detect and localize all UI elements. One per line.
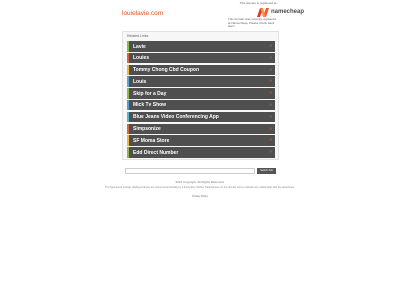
related-link-louis[interactable]: Louis » xyxy=(127,76,275,87)
search-button[interactable]: Search Ads xyxy=(257,168,276,174)
related-link-edd-direct-number[interactable]: Edd Direct Number » xyxy=(127,147,275,158)
arrow-icon: » xyxy=(269,113,272,120)
link-label: Mick Tv Show xyxy=(133,102,167,109)
arrow-icon: » xyxy=(269,43,272,49)
arrow-icon: » xyxy=(269,101,272,108)
link-label: Louies xyxy=(133,55,150,62)
link-label: Edd Direct Number xyxy=(133,149,179,156)
link-label: SF Moma Store xyxy=(133,137,170,144)
arrow-icon: » xyxy=(269,125,272,132)
related-link-louies[interactable]: Louies » xyxy=(127,52,275,64)
header: louielavie.com This domain is registered… xyxy=(0,0,400,30)
related-links-title: Related Links xyxy=(127,34,149,38)
arrow-icon: » xyxy=(269,54,272,61)
privacy-policy-link[interactable]: Privacy Policy xyxy=(180,195,220,198)
related-link-tommy-chong[interactable]: Tommy Chong Cbd Coupon » xyxy=(127,64,275,76)
namecheap-icon xyxy=(257,7,269,17)
arrow-icon: » xyxy=(269,78,272,85)
related-link-sf-moma-store[interactable]: SF Moma Store » xyxy=(127,135,275,146)
search-input[interactable] xyxy=(125,168,255,174)
arrow-icon: » xyxy=(269,149,272,156)
link-label: Louis xyxy=(133,78,147,85)
related-link-lavie[interactable]: Lavie » xyxy=(127,41,275,52)
link-label: Tommy Chong Cbd Coupon xyxy=(133,67,200,74)
link-label: Blue Jeans Video Conferencing App xyxy=(133,114,219,121)
link-label: Lavie xyxy=(133,43,146,50)
logo-text: namecheap xyxy=(271,9,305,15)
arrow-icon: » xyxy=(269,90,272,97)
copyright-text: 2022 Copyright. All Rights Reserved. xyxy=(175,180,225,184)
related-link-skip-for-a-day[interactable]: Skip for a Day » xyxy=(127,88,275,99)
disclaimer-text: The Sponsored Listings displayed above a… xyxy=(105,186,295,189)
related-link-simpsonize[interactable]: Simpsonize » xyxy=(127,123,275,135)
related-link-mick-tv-show[interactable]: Mick Tv Show » xyxy=(127,99,275,111)
link-label: Skip for a Day xyxy=(133,90,167,97)
domain-link[interactable]: louielavie.com xyxy=(122,10,163,17)
related-links-panel: Related Links Lavie » Louies » Tommy Cho… xyxy=(122,31,279,160)
sale-note: This domain was recently registered at N… xyxy=(228,17,277,28)
registered-note: This domain is registered at xyxy=(239,1,277,5)
related-link-blue-jeans[interactable]: Blue Jeans Video Conferencing App » xyxy=(127,111,275,123)
link-label: Simpsonize xyxy=(133,126,161,133)
related-links-list: Lavie » Louies » Tommy Chong Cbd Coupon … xyxy=(127,41,275,159)
arrow-icon: » xyxy=(269,66,272,73)
arrow-icon: » xyxy=(269,137,272,144)
